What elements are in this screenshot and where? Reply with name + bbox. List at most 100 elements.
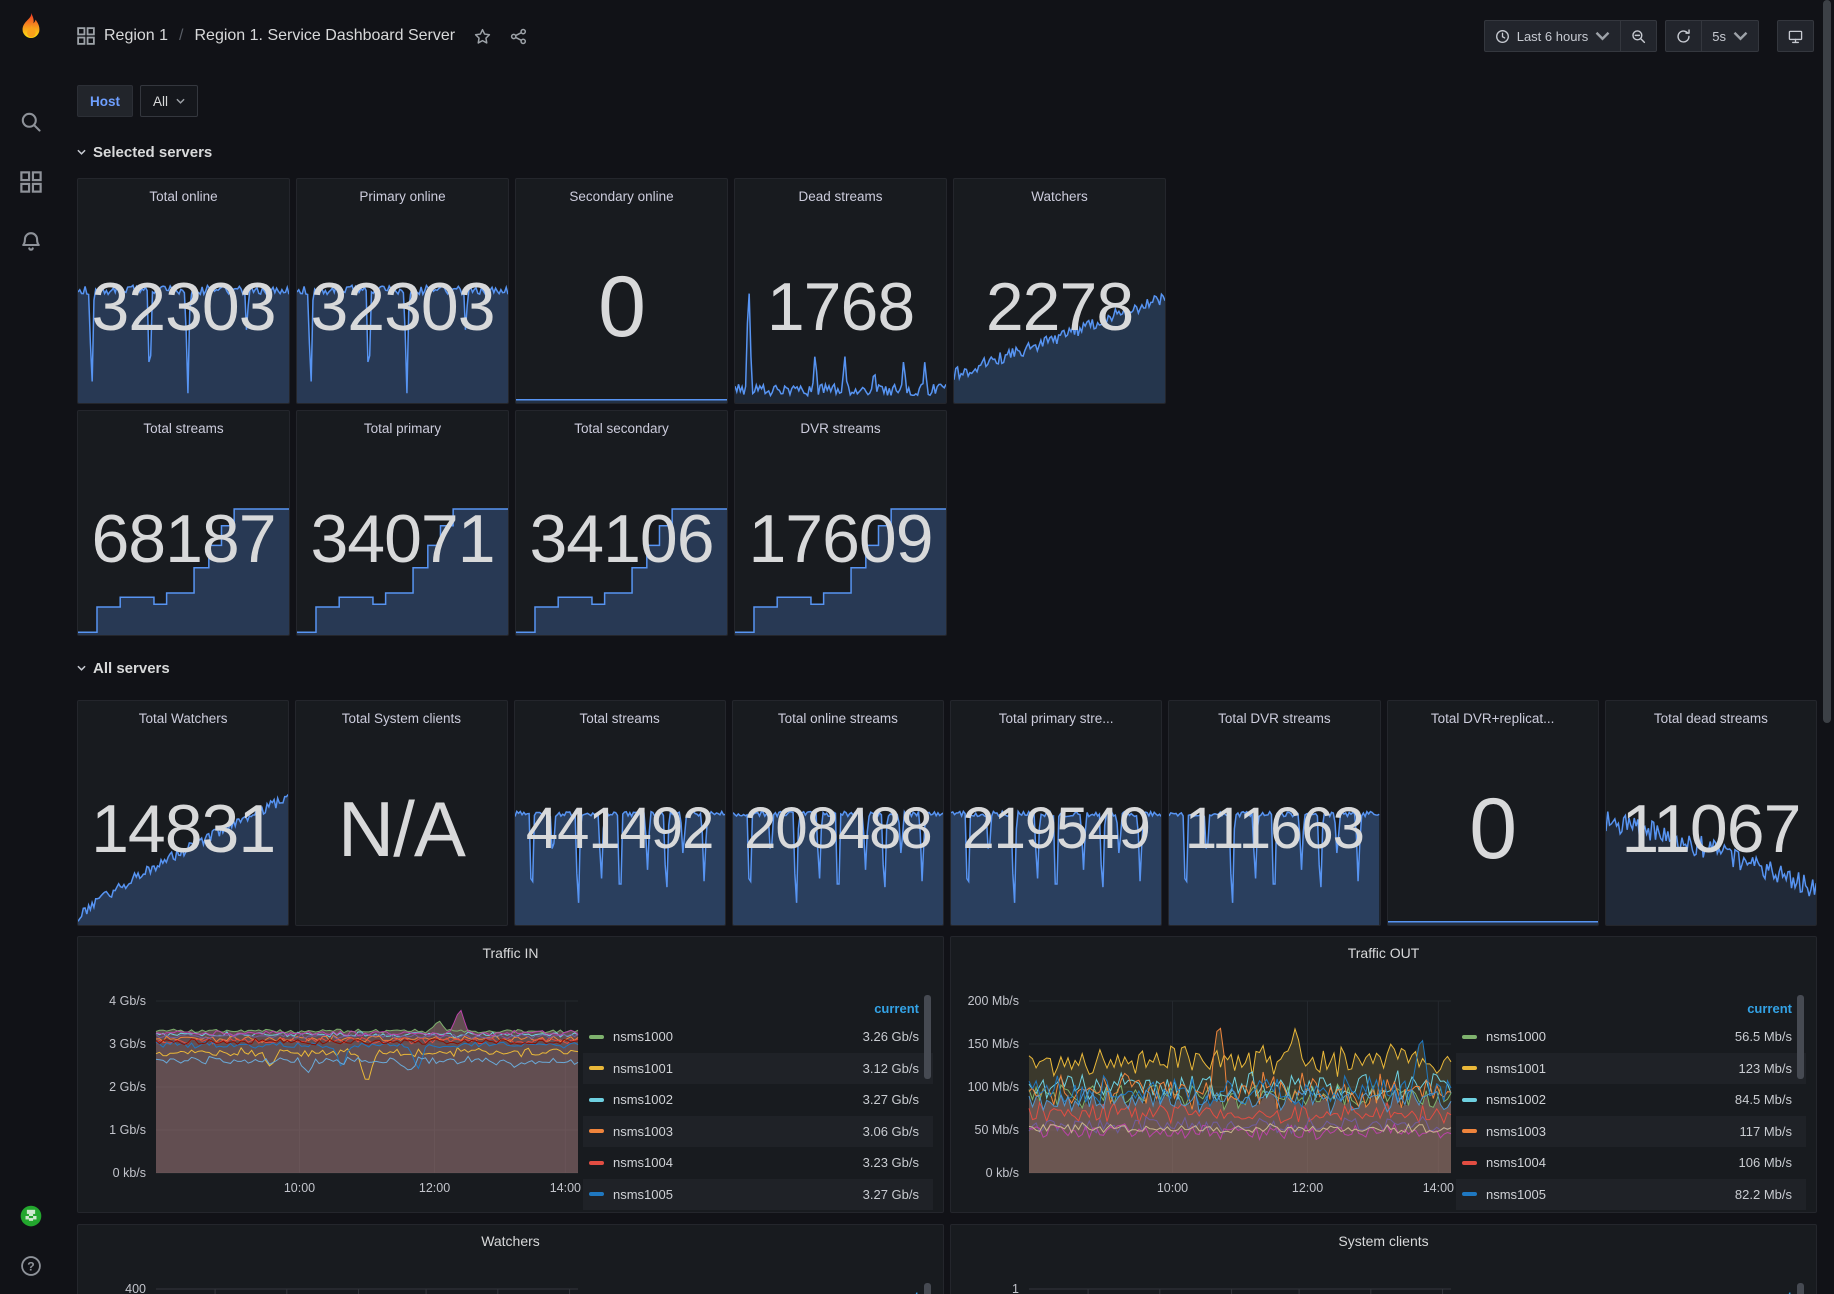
legend-swatch-icon[interactable] [589,1035,604,1039]
stat-panel-title[interactable]: Total online streams [733,711,943,726]
panel-title[interactable]: Traffic OUT [951,945,1816,961]
legend-series-name[interactable]: nsms1001 [613,1061,673,1076]
stat-panel-primary-online: Primary online32303 [296,178,509,404]
breadcrumb-folder[interactable]: Region 1 [104,27,168,45]
chevron-down-icon [176,98,185,105]
legend-swatch-icon[interactable] [1462,1035,1477,1039]
panel-traffic-out: Traffic OUT 0 kb/s50 Mb/s100 Mb/s150 Mb/… [950,936,1817,1213]
page-scrollbar-thumb[interactable] [1823,0,1831,723]
legend-series-name[interactable]: nsms1004 [1486,1155,1546,1170]
dashboards-icon[interactable] [19,170,43,194]
legend-row: nsms1004106 Mb/s [1456,1147,1806,1179]
legend-series-name[interactable]: nsms1001 [1486,1061,1546,1076]
stat-panel-value: 0 [1388,786,1598,872]
time-range-label: Last 6 hours [1517,29,1589,44]
stat-panel-title[interactable]: Total primary [297,421,508,436]
legend-series-name[interactable]: nsms1003 [613,1124,673,1139]
legend-row: nsms100056.5 Mb/s [1456,1021,1806,1053]
legend-series-name[interactable]: nsms1005 [613,1187,673,1202]
legend-swatch-icon[interactable] [589,1098,604,1102]
panel-traffic-in: Traffic IN 0 kb/s1 Gb/s2 Gb/s3 Gb/s4 Gb/… [77,936,944,1213]
panel-title[interactable]: Traffic IN [78,945,943,961]
stat-panel-title[interactable]: Total dead streams [1606,711,1816,726]
stats-row-1: Total online32303Primary online32303Seco… [77,178,1834,404]
chevron-down-icon [77,665,86,672]
legend-swatch-icon[interactable] [589,1192,604,1196]
cycle-view-button[interactable] [1777,20,1814,52]
legend: currentnsms10003.26 Gb/snsms10013.12 Gb/… [583,995,933,1210]
refresh-interval-picker[interactable]: 5s [1702,20,1759,52]
legend-swatch-icon[interactable] [1462,1066,1477,1070]
grafana-logo[interactable] [12,10,50,48]
stat-panel-total-primary: Total primary34071 [296,410,509,636]
legend-series-current: 3.12 Gb/s [863,1061,919,1076]
stat-panel-value: 111663 [1169,800,1379,858]
stat-panel-title[interactable]: Dead streams [735,189,946,204]
stat-panel-title[interactable]: Total streams [78,421,289,436]
stat-panel-title[interactable]: Total System clients [296,711,506,726]
stat-panel-title[interactable]: Total DVR+replicat... [1388,711,1598,726]
legend-scrollbar-thumb[interactable] [924,1283,931,1294]
y-axis-tick: 150 Mb/s [955,1037,1019,1051]
legend-current-header[interactable]: current [583,1283,933,1294]
stat-panel-total-primary-stre: Total primary stre...219549 [950,700,1162,926]
legend-series-name[interactable]: nsms1000 [613,1029,673,1044]
legend-swatch-icon[interactable] [1462,1192,1477,1196]
legend-series-name[interactable]: nsms1005 [1486,1187,1546,1202]
user-avatar[interactable] [19,1204,43,1228]
legend-series-name[interactable]: nsms1002 [613,1092,673,1107]
time-range-picker[interactable]: Last 6 hours [1484,20,1622,52]
legend-current-header[interactable]: current [583,995,933,1021]
legend-scrollbar-thumb[interactable] [1797,995,1804,1079]
stat-panel-title[interactable]: Primary online [297,189,508,204]
stat-panel-title[interactable]: DVR streams [735,421,946,436]
y-axis-tick: 4 Gb/s [82,994,146,1008]
legend-scrollbar-thumb[interactable] [924,995,931,1079]
variable-host-label[interactable]: Host [77,85,133,117]
legend-swatch-icon[interactable] [589,1161,604,1165]
legend-series-name[interactable]: nsms1003 [1486,1124,1546,1139]
variable-host-value[interactable]: All [140,85,198,117]
stat-panel-title[interactable]: Total primary stre... [951,711,1161,726]
stat-panel-dvr-streams: DVR streams 17609 [734,410,947,636]
stat-panel-value: 441492 [515,800,725,858]
share-icon[interactable] [510,28,527,45]
stat-panel-value: N/A [296,790,506,868]
panel-title[interactable]: Watchers [78,1233,943,1249]
row-selected-servers[interactable]: Selected servers [77,140,1834,164]
legend-swatch-icon[interactable] [589,1066,604,1070]
legend-swatch-icon[interactable] [1462,1098,1477,1102]
legend-current-header[interactable]: current [1456,995,1806,1021]
legend-series-name[interactable]: nsms1000 [1486,1029,1546,1044]
stat-panel-title[interactable]: Total online [78,189,289,204]
legend-scrollbar-thumb[interactable] [1797,1283,1804,1294]
help-icon[interactable]: ? [19,1254,43,1278]
stat-panel-value: 17609 [735,505,946,573]
stat-panel-title[interactable]: Total secondary [516,421,727,436]
stat-panel-total-system-clients: Total System clients N/A [295,700,507,926]
legend-swatch-icon[interactable] [1462,1129,1477,1133]
legend-swatch-icon[interactable] [589,1129,604,1133]
stat-panel-title[interactable]: Secondary online [516,189,727,204]
legend-swatch-icon[interactable] [1462,1161,1477,1165]
stat-panel-title[interactable]: Total streams [515,711,725,726]
x-axis-tick: 14:00 [550,1181,581,1195]
refresh-button[interactable] [1665,20,1702,52]
legend-series-name[interactable]: nsms1004 [613,1155,673,1170]
star-icon[interactable] [474,28,491,45]
row-all-servers[interactable]: All servers [77,656,1834,680]
legend-series-name[interactable]: nsms1002 [1486,1092,1546,1107]
search-icon[interactable] [19,110,43,134]
panel-title[interactable]: System clients [951,1233,1816,1249]
zoom-out-button[interactable] [1621,20,1657,52]
clock-icon [1495,29,1510,44]
y-axis-tick: 400 [82,1282,146,1294]
legend-row: nsms100284.5 Mb/s [1456,1084,1806,1116]
alerting-bell-icon[interactable] [19,230,43,254]
legend-current-header[interactable]: current [1456,1283,1806,1294]
legend-series-current: 3.27 Gb/s [863,1187,919,1202]
stat-panel-title[interactable]: Watchers [954,189,1165,204]
charts-row-bottom: Watchers 400current System clients 1curr… [77,1224,1834,1294]
stat-panel-title[interactable]: Total DVR streams [1169,711,1379,726]
stat-panel-title[interactable]: Total Watchers [78,711,288,726]
